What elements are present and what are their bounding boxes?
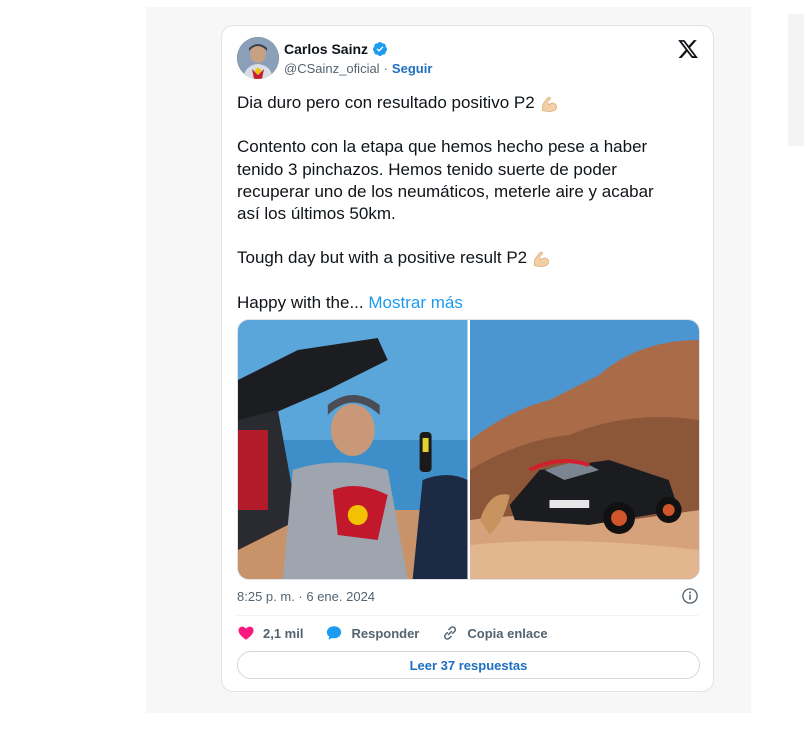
tweet-paragraph-2: Contento con la etapa que hemos hecho pe… <box>237 137 654 224</box>
like-count: 2,1 mil <box>263 625 304 641</box>
flexed-biceps-icon <box>541 96 557 112</box>
divider <box>237 615 698 616</box>
photo-car[interactable] <box>469 320 699 579</box>
link-icon <box>444 626 457 640</box>
reply-label: Responder <box>351 625 420 641</box>
show-more-link[interactable]: Mostrar más <box>368 293 462 312</box>
author-avatar[interactable] <box>237 37 279 79</box>
handle-separator: · <box>383 61 388 76</box>
copy-link-button[interactable]: Copia enlace <box>441 624 548 642</box>
tweet-card[interactable]: Carlos Sainz @CSainz_oficial · Seguir Di… <box>221 25 714 692</box>
photo-driver[interactable] <box>238 320 468 579</box>
verified-badge-icon <box>373 42 388 56</box>
author-handle[interactable]: @CSainz_oficial <box>284 61 380 76</box>
reply-bubble-icon <box>327 626 342 640</box>
read-replies-button[interactable]: Leer 37 respuestas <box>237 651 700 679</box>
heart-icon <box>238 626 254 640</box>
tweet-text: Dia duro pero con resultado positivo P2 … <box>237 92 677 314</box>
action-bar: 2,1 mil Responder Copia enlace <box>237 624 548 642</box>
tweet-line-3: Tough day but with a positive result P2 <box>237 247 677 269</box>
tweet-timestamp[interactable]: 8:25 p. m. · 6 ene. 2024 <box>237 589 375 604</box>
tweet-line-1: Dia duro pero con resultado positivo P2 <box>237 92 677 114</box>
like-button[interactable]: 2,1 mil <box>237 624 303 642</box>
media-grid <box>237 319 700 580</box>
info-icon[interactable] <box>681 587 699 605</box>
follow-button[interactable]: Seguir <box>392 61 432 76</box>
reply-button[interactable]: Responder <box>325 624 419 642</box>
scrollbar-strip <box>788 14 804 146</box>
flexed-biceps-icon <box>533 251 550 267</box>
author-name[interactable]: Carlos Sainz <box>284 41 368 57</box>
copy-link-label: Copia enlace <box>467 625 548 641</box>
tweet-line-4: Happy with the... Mostrar más <box>237 292 463 312</box>
x-logo-icon[interactable] <box>677 38 699 60</box>
